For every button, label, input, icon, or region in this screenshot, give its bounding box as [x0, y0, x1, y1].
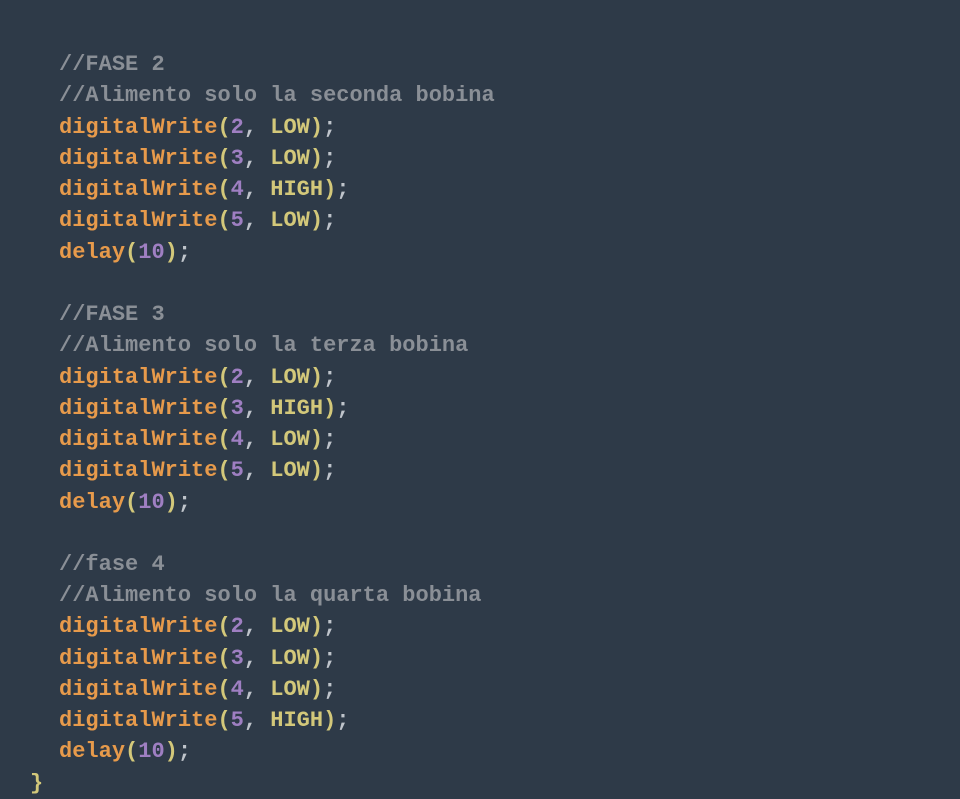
- call-fn: digitalWrite: [59, 365, 217, 390]
- comment-phase4-title: //fase 4: [59, 552, 165, 577]
- call-delay: delay: [59, 240, 125, 265]
- arg-pin: 2: [231, 115, 244, 140]
- call-fn: digitalWrite: [59, 614, 217, 639]
- call-delay: delay: [59, 490, 125, 515]
- arg-val: LOW: [270, 458, 310, 483]
- arg-delay: 10: [138, 240, 164, 265]
- arg-pin: 4: [231, 427, 244, 452]
- arg-pin: 5: [231, 708, 244, 733]
- arg-pin: 5: [231, 458, 244, 483]
- arg-val: LOW: [270, 365, 310, 390]
- call-fn: digitalWrite: [59, 677, 217, 702]
- arg-val: HIGH: [270, 396, 323, 421]
- comment-phase2-title: //FASE 2: [59, 52, 165, 77]
- arg-pin: 2: [231, 365, 244, 390]
- call-fn: digitalWrite: [59, 396, 217, 421]
- arg-val: HIGH: [270, 177, 323, 202]
- comment-phase3-title: //FASE 3: [59, 302, 165, 327]
- call-fn: digitalWrite: [59, 177, 217, 202]
- call-fn: digitalWrite: [59, 146, 217, 171]
- arg-val: LOW: [270, 427, 310, 452]
- arg-val: LOW: [270, 677, 310, 702]
- call-fn: digitalWrite: [59, 458, 217, 483]
- arg-pin: 4: [231, 677, 244, 702]
- arg-pin: 4: [231, 177, 244, 202]
- comment-phase3-desc: //Alimento solo la terza bobina: [59, 333, 468, 358]
- call-fn: digitalWrite: [59, 115, 217, 140]
- arg-delay: 10: [138, 739, 164, 764]
- arg-val: LOW: [270, 115, 310, 140]
- arg-val: LOW: [270, 208, 310, 233]
- call-fn: digitalWrite: [59, 646, 217, 671]
- arg-val: LOW: [270, 146, 310, 171]
- comment-phase4-desc: //Alimento solo la quarta bobina: [59, 583, 481, 608]
- arg-val: HIGH: [270, 708, 323, 733]
- call-fn: digitalWrite: [59, 208, 217, 233]
- arg-val: LOW: [270, 614, 310, 639]
- arg-pin: 3: [231, 646, 244, 671]
- close-brace: }: [30, 771, 43, 796]
- call-delay: delay: [59, 739, 125, 764]
- comment-phase2-desc: //Alimento solo la seconda bobina: [59, 83, 495, 108]
- arg-pin: 5: [231, 208, 244, 233]
- arg-pin: 2: [231, 614, 244, 639]
- call-fn: digitalWrite: [59, 708, 217, 733]
- call-fn: digitalWrite: [59, 427, 217, 452]
- arg-pin: 3: [231, 396, 244, 421]
- arg-pin: 3: [231, 146, 244, 171]
- arg-delay: 10: [138, 490, 164, 515]
- arg-val: LOW: [270, 646, 310, 671]
- code-block: //FASE 2 //Alimento solo la seconda bobi…: [30, 18, 930, 799]
